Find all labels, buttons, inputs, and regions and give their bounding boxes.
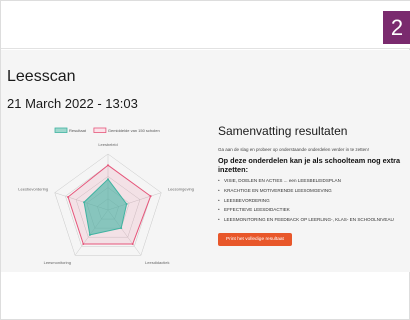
summary-subtitle: Op deze onderdelen kan je als schoolteam… — [218, 156, 401, 174]
average-point — [67, 196, 70, 199]
average-point — [131, 242, 134, 245]
radar-axis-label: Leesdidactiek — [145, 260, 169, 265]
focus-area-item: LEESBEVORDERING — [218, 198, 403, 204]
print-result-button[interactable]: Print het volledige resultaat — [218, 232, 292, 246]
legend-label: Resultaat — [69, 128, 87, 133]
average-point — [107, 164, 109, 167]
result-point — [83, 201, 86, 204]
result-point — [125, 202, 128, 205]
summary-panel: Samenvatting resultaten Ga aan de slag e… — [218, 124, 403, 246]
legend-swatch — [93, 127, 107, 133]
radar-axis-label: Leesbevordering — [18, 187, 48, 192]
summary-intro: Ga aan de slag en probeer op onderstaand… — [218, 147, 369, 152]
summary-title: Samenvatting resultaten — [218, 124, 348, 138]
legend-swatch — [54, 127, 68, 133]
page: 2 Leesscan 21 March 2022 - 13:03 Resulta… — [0, 0, 410, 320]
result-point — [120, 227, 123, 230]
focus-area-item: EFFECTIEVE LEESDIDACTIEK — [218, 207, 403, 213]
result-point — [88, 233, 91, 236]
result-screen: Leesscan 21 March 2022 - 13:03 Resultaat… — [1, 50, 410, 272]
focus-area-list: VISIE, DOELEN EN ACTIES ... een LEESBELE… — [218, 178, 403, 223]
legend-label: Gemiddelde van 150 scholen — [108, 128, 160, 133]
radar-axis-label: Leesomgeving — [168, 187, 194, 192]
radar-axis-label: Leesmonitoring — [44, 260, 71, 265]
focus-area-item: VISIE, DOELEN EN ACTIES ... een LEESBELE… — [218, 178, 403, 184]
average-point — [149, 195, 152, 198]
focus-area-item: KRACHTIGE EN MOTIVERENDE LEESOMGEVING — [218, 188, 403, 194]
radar-axis-label: Leesbeleid — [98, 142, 117, 147]
focus-area-item: LEESMONITORING EN FEEDBACK OP LEERLING-,… — [218, 217, 403, 223]
radar-chart: Resultaat Gemiddelde van 150 scholen Leesb… — [18, 127, 194, 265]
page-number-badge: 2 — [383, 11, 410, 44]
result-point — [107, 178, 109, 181]
scan-title: Leesscan — [7, 68, 76, 85]
scan-date: 21 March 2022 - 13:03 — [7, 96, 138, 111]
average-point — [82, 242, 85, 245]
top-strip: 2 — [1, 1, 410, 49]
